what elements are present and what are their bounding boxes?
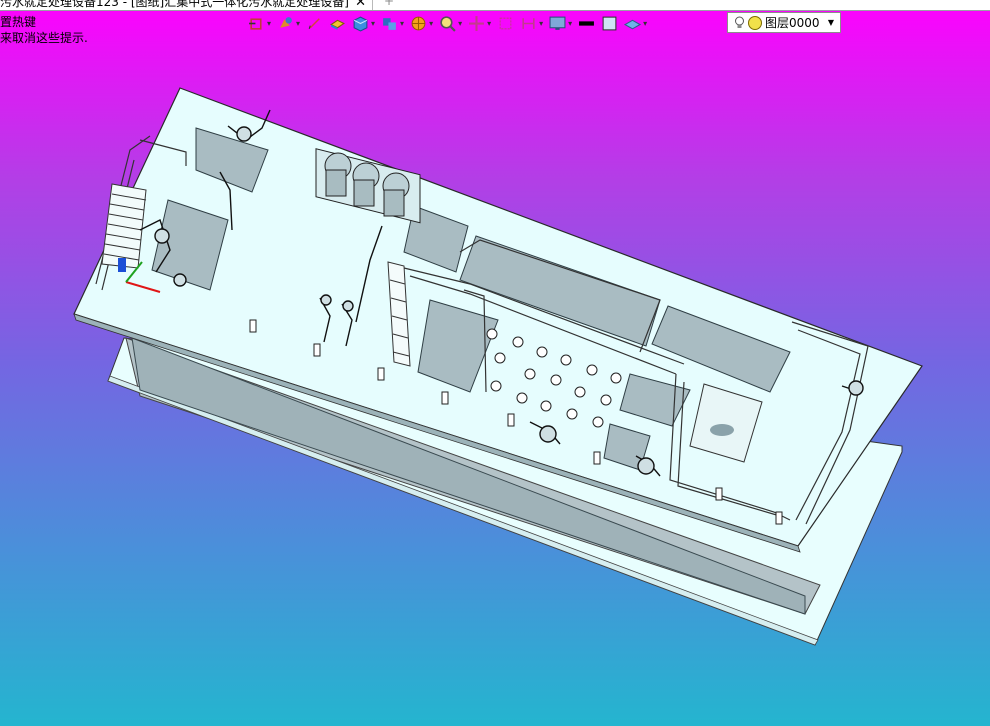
layer-visibility-icon[interactable]	[748, 15, 762, 30]
move-button[interactable]: ▾	[466, 13, 493, 33]
chevron-down-icon[interactable]: ▾	[568, 19, 572, 28]
render-button[interactable]: ▾	[408, 13, 435, 33]
layer-name: 图层0000	[765, 16, 820, 30]
chevron-down-icon[interactable]: ▾	[429, 19, 433, 28]
view-style-button[interactable]: ▾	[275, 13, 302, 33]
line-color-icon	[579, 20, 595, 26]
clear-tank-cone	[710, 424, 734, 436]
section-button[interactable]	[495, 13, 516, 33]
view-orient-button[interactable]: ▾	[246, 13, 273, 33]
layer-manager-icon	[624, 19, 642, 29]
3d-model-viewport[interactable]	[0, 0, 990, 726]
chevron-down-icon[interactable]: ▾	[487, 19, 491, 28]
chevron-down-icon[interactable]: ▾	[400, 19, 404, 28]
chevron-down-icon[interactable]: ▾	[296, 19, 300, 28]
fill-color-icon	[602, 16, 617, 30]
zoom-icon	[440, 15, 456, 32]
view-toolbar: ▾ ▾ ▾ ▾ ▾ ▾ ▾ ▾ ▾ ▾	[246, 12, 649, 34]
cube-icon	[353, 16, 368, 32]
solid-button[interactable]: ▾	[350, 13, 377, 33]
staircase	[101, 183, 147, 269]
layer-select[interactable]: 图层0000 ▼	[727, 12, 841, 33]
move-icon	[469, 15, 485, 31]
assembly-button[interactable]: ▾	[379, 13, 406, 33]
layer-manager-button[interactable]: ▾	[622, 13, 649, 33]
display-icon	[549, 16, 566, 30]
chevron-down-icon[interactable]: ▾	[371, 19, 375, 28]
view-orient-icon	[249, 17, 262, 30]
chevron-down-icon[interactable]: ▾	[267, 19, 271, 28]
measure-icon	[522, 17, 535, 29]
chevron-down-icon[interactable]: ▾	[643, 19, 647, 28]
sketch-button[interactable]	[304, 13, 325, 33]
view-style-icon	[280, 16, 292, 28]
chevron-down-icon[interactable]: ▼	[828, 18, 834, 27]
zoom-button[interactable]: ▾	[437, 13, 464, 33]
measure-button[interactable]: ▾	[518, 13, 545, 33]
line-color-button[interactable]	[576, 13, 597, 33]
chevron-down-icon[interactable]: ▾	[539, 19, 543, 28]
chevron-down-icon[interactable]: ▾	[458, 19, 462, 28]
section-icon	[499, 17, 512, 29]
display-button[interactable]: ▾	[547, 13, 574, 33]
part-button[interactable]	[327, 13, 348, 33]
pencil-icon	[308, 17, 320, 29]
fill-color-button[interactable]	[599, 13, 620, 33]
lightbulb-icon[interactable]	[734, 16, 745, 30]
assembly-icon	[383, 17, 396, 30]
render-icon	[411, 16, 426, 30]
part-icon	[330, 19, 345, 30]
